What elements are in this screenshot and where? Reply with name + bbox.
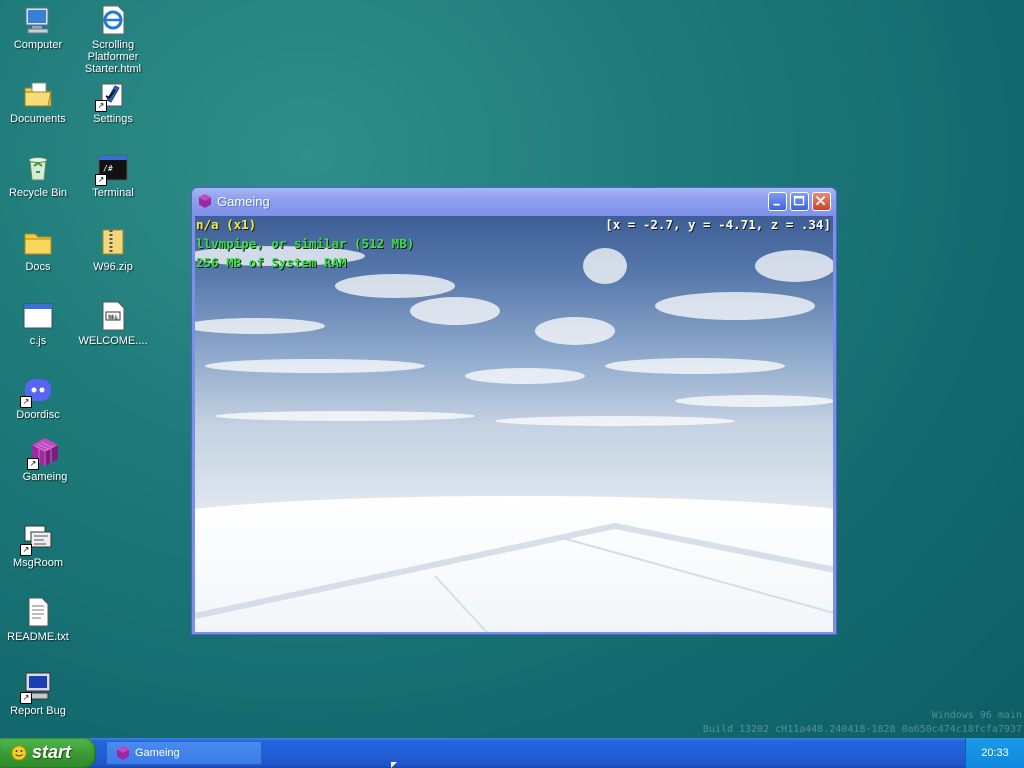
- desktop-icon-label: WELCOME....: [78, 335, 148, 347]
- desktop-icon-label: Doordisc: [16, 409, 60, 421]
- svg-text:/#: /#: [103, 164, 113, 173]
- desktop-icon-docs[interactable]: Docs: [0, 226, 76, 273]
- desktop-icon-label: Settings: [93, 113, 133, 125]
- mouse-cursor: [391, 762, 397, 768]
- text-file-icon: [22, 596, 54, 628]
- desktop-icon-cjs[interactable]: c.js: [0, 300, 76, 347]
- documents-folder-icon: [22, 78, 54, 110]
- desktop-icon-readme[interactable]: README.txt: [0, 596, 76, 643]
- desktop-icon-label: Computer: [13, 39, 63, 51]
- desktop-icon-documents[interactable]: Documents: [0, 78, 76, 125]
- desktop-icon-label: Docs: [25, 261, 51, 273]
- shortcut-arrow-icon: ↗: [27, 458, 39, 470]
- desktop-icon-label: Scrolling Platformer Starter.html: [84, 39, 142, 75]
- internet-explorer-icon: [97, 4, 129, 36]
- terminal-icon: /# ↗: [95, 152, 129, 186]
- taskbar: start Gameing 20:33: [0, 738, 1024, 768]
- desktop-icon-label: Documents: [10, 113, 66, 125]
- shortcut-arrow-icon: ↗: [95, 100, 107, 112]
- computer-icon: [22, 4, 54, 36]
- desktop-icon-scrolling-platformer[interactable]: Scrolling Platformer Starter.html: [75, 4, 151, 75]
- discord-icon: ↗: [20, 374, 54, 408]
- purple-cube-icon: [197, 193, 213, 209]
- start-label: start: [32, 742, 72, 762]
- desktop-icon-label: Report Bug: [10, 705, 66, 717]
- desktop-icon-recycle-bin[interactable]: Recycle Bin: [0, 152, 76, 199]
- purple-cube-icon: [115, 745, 131, 761]
- start-button[interactable]: start: [0, 738, 96, 768]
- desktop-icon-label: Recycle Bin: [8, 187, 68, 199]
- desktop-icon-msgroom[interactable]: ↗ MsgRoom: [0, 522, 76, 569]
- hud-fps: n/a (x1): [196, 217, 257, 232]
- hud-coordinates: [x = -2.7, y = -4.71, z = .34]: [605, 217, 831, 232]
- desktop-icon-label: c.js: [29, 335, 47, 347]
- desktop-icon-gameing[interactable]: ↗ Gameing: [7, 436, 83, 483]
- system-tray-clock[interactable]: 20:33: [965, 738, 1024, 768]
- markdown-file-icon: M↓: [97, 300, 129, 332]
- game-viewport[interactable]: n/a (x1) llvmpipe, or similar (512 MB) 2…: [195, 216, 833, 632]
- desktop-icon-label: MsgRoom: [12, 557, 64, 569]
- shortcut-arrow-icon: ↗: [20, 692, 32, 704]
- build-watermark-line1: Windows 96 main: [931, 710, 1022, 721]
- taskbar-item-label: Gameing: [135, 747, 180, 759]
- settings-icon: ↗: [95, 78, 129, 112]
- desktop-icon-computer[interactable]: Computer: [0, 4, 76, 51]
- desktop-icon-doordisc[interactable]: ↗ Doordisc: [0, 374, 76, 421]
- desktop-icon-report-bug[interactable]: ↗ Report Bug: [0, 670, 76, 717]
- desktop-icon-label: Gameing: [22, 471, 68, 483]
- window-titlebar[interactable]: Gameing: [192, 188, 836, 215]
- folder-icon: [22, 226, 54, 258]
- desktop-icon-settings[interactable]: ↗ Settings: [75, 78, 151, 125]
- recycle-bin-icon: [22, 152, 54, 184]
- shortcut-arrow-icon: ↗: [95, 174, 107, 186]
- desktop-icon-welcome[interactable]: M↓ WELCOME....: [75, 300, 151, 347]
- desktop-icon-terminal[interactable]: /# ↗ Terminal: [75, 152, 151, 199]
- svg-text:M↓: M↓: [108, 314, 118, 321]
- gameing-window[interactable]: Gameing n/a (x1) llvmpipe, or similar (5…: [191, 187, 837, 635]
- smiley-icon: [11, 745, 27, 761]
- desktop-icon-label: README.txt: [7, 631, 69, 643]
- minimize-button[interactable]: [768, 192, 787, 211]
- report-bug-icon: ↗: [20, 670, 54, 704]
- close-button[interactable]: [812, 192, 831, 211]
- hud-ram: 256 MB of System RAM: [196, 255, 347, 270]
- build-watermark-line2: Build 13202 cH11a448.240418-1828 0a650c4…: [702, 724, 1022, 735]
- taskbar-item-gameing[interactable]: Gameing: [106, 741, 262, 765]
- shortcut-arrow-icon: ↗: [20, 544, 32, 556]
- shortcut-arrow-icon: ↗: [20, 396, 32, 408]
- hud-gpu: llvmpipe, or similar (512 MB): [196, 236, 415, 251]
- ground-plane: [195, 496, 833, 632]
- purple-cube-icon: ↗: [27, 436, 61, 470]
- desktop-icon-w96-zip[interactable]: W96.zip: [75, 226, 151, 273]
- maximize-button[interactable]: [790, 192, 809, 211]
- msgroom-icon: ↗: [20, 522, 54, 556]
- zip-folder-icon: [97, 226, 129, 258]
- window-title: Gameing: [217, 194, 270, 209]
- desktop-icon-label: Terminal: [92, 187, 134, 199]
- window-app-icon: [22, 300, 54, 332]
- desktop-icon-label: W96.zip: [93, 261, 133, 273]
